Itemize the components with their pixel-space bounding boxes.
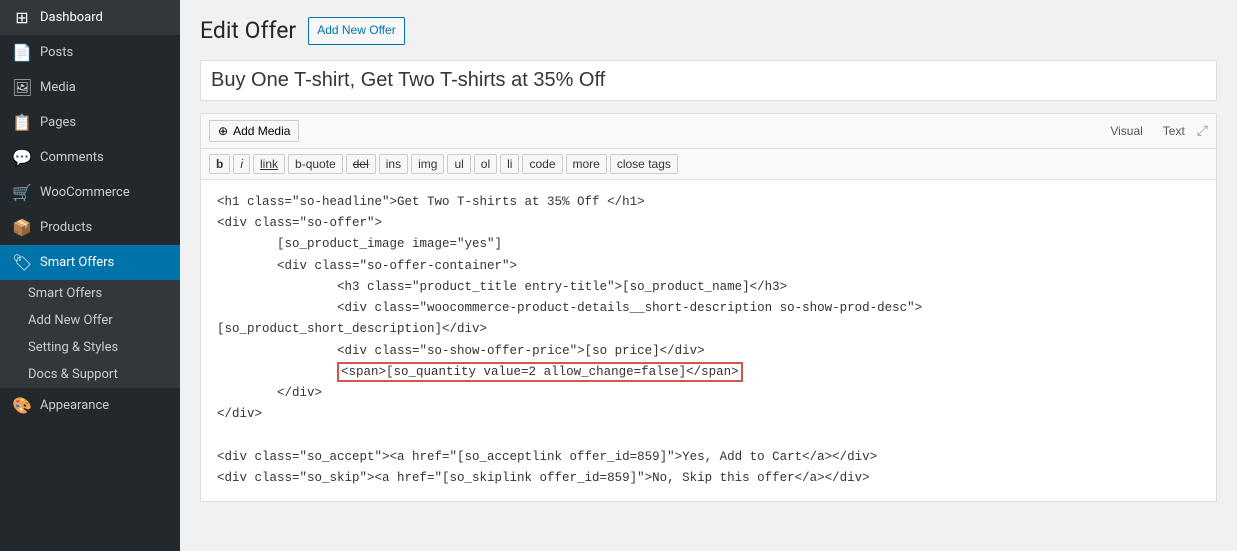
fmt-btn-i[interactable]: i [233,154,250,174]
editor-toolbar-top: ⊕ Add Media Visual Text ⤢ [201,114,1216,149]
fmt-btn-li[interactable]: li [500,154,519,174]
sidebar-item-label: Pages [40,115,76,130]
code-editor-area[interactable]: <h1 class="so-headline">Get Two T-shirts… [201,180,1216,502]
appearance-icon: 🎨 [12,396,32,415]
sidebar-item-label: WooCommerce [40,185,130,200]
sidebar-item-label: Comments [40,150,104,165]
expand-icon[interactable]: ⤢ [1197,123,1208,139]
submenu-label: Smart Offers [28,286,102,301]
submenu-label: Docs & Support [28,367,118,382]
woocommerce-icon: 🛒 [12,183,32,202]
editor-box: ⊕ Add Media Visual Text ⤢ b i link b-quo… [200,113,1217,503]
fmt-btn-code[interactable]: code [522,154,562,174]
sidebar-item-label: Products [40,220,92,235]
sidebar-item-label: Appearance [40,398,109,413]
page-header: Edit Offer Add New Offer [200,16,1217,46]
main-content: Edit Offer Add New Offer ⊕ Add Media Vis… [180,0,1237,551]
fmt-btn-more[interactable]: more [566,154,607,174]
sidebar: ⊞ Dashboard 📄 Posts 🖼 Media 📋 Pages 💬 Co… [0,0,180,551]
fmt-btn-b[interactable]: b [209,154,230,174]
sidebar-item-smart-offers-sub[interactable]: Smart Offers [0,280,180,307]
sidebar-item-setting-styles[interactable]: Setting & Styles [0,334,180,361]
code-line-2: </div> </div> <div class="so_accept"><a … [217,386,877,485]
products-icon: 📦 [12,218,32,237]
sidebar-item-label: Posts [40,45,73,60]
sidebar-item-label: Smart Offers [40,255,114,270]
submenu-label: Add New Offer [28,313,113,328]
add-new-offer-button[interactable]: Add New Offer [308,17,404,44]
sidebar-item-appearance[interactable]: 🎨 Appearance [0,388,180,423]
comments-icon: 💬 [12,148,32,167]
sidebar-item-dashboard[interactable]: ⊞ Dashboard [0,0,180,35]
fmt-btn-ins[interactable]: ins [379,154,408,174]
add-media-icon: ⊕ [218,124,228,138]
fmt-btn-link[interactable]: link [253,154,285,174]
fmt-btn-ul[interactable]: ul [447,154,470,174]
sidebar-item-label: Dashboard [40,10,103,25]
sidebar-item-posts[interactable]: 📄 Posts [0,35,180,70]
tab-visual[interactable]: Visual [1102,122,1150,140]
sidebar-item-comments[interactable]: 💬 Comments [0,140,180,175]
sidebar-item-docs-support[interactable]: Docs & Support [0,361,180,388]
fmt-btn-img[interactable]: img [411,154,444,174]
sidebar-item-woocommerce[interactable]: 🛒 WooCommerce [0,175,180,210]
add-media-label: Add Media [233,124,290,138]
posts-icon: 📄 [12,43,32,62]
tab-text[interactable]: Text [1155,122,1193,140]
fmt-btn-ol[interactable]: ol [474,154,497,174]
fmt-btn-bquote[interactable]: b-quote [288,154,343,174]
fmt-btn-del[interactable]: del [346,154,376,174]
sidebar-item-add-new-offer[interactable]: Add New Offer [0,307,180,334]
offer-title-input[interactable] [200,60,1217,101]
fmt-btn-close-tags[interactable]: close tags [610,154,678,174]
smart-offers-icon: 🏷 [12,253,32,272]
smart-offers-submenu: Smart Offers Add New Offer Setting & Sty… [0,280,180,388]
sidebar-item-smart-offers[interactable]: 🏷 Smart Offers [0,245,180,280]
add-media-button[interactable]: ⊕ Add Media [209,120,299,142]
highlighted-code-span: <span>[so_quantity value=2 allow_change=… [337,362,743,382]
format-toolbar: b i link b-quote del ins img ul ol li co… [201,149,1216,180]
media-icon: 🖼 [12,78,32,97]
dashboard-icon: ⊞ [12,8,32,27]
sidebar-item-products[interactable]: 📦 Products [0,210,180,245]
pages-icon: 📋 [12,113,32,132]
editor-view-tabs: Visual Text ⤢ [1102,122,1208,140]
sidebar-item-label: Media [40,80,76,95]
sidebar-item-media[interactable]: 🖼 Media [0,70,180,105]
sidebar-item-pages[interactable]: 📋 Pages [0,105,180,140]
page-title: Edit Offer [200,16,296,46]
submenu-label: Setting & Styles [28,340,118,355]
code-line-1: <h1 class="so-headline">Get Two T-shirts… [217,195,922,379]
